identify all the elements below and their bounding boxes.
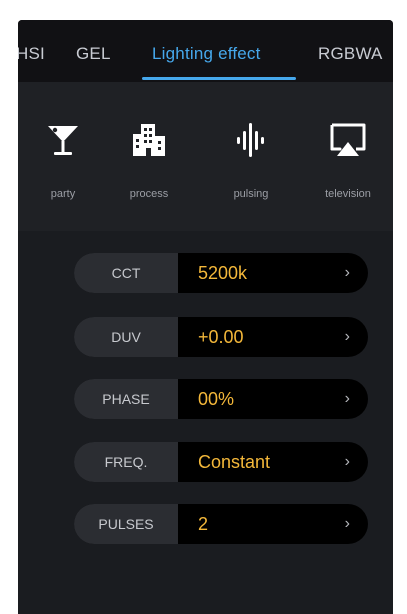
- effect-television[interactable]: television: [303, 82, 393, 231]
- tab-hsi[interactable]: HSI: [18, 44, 45, 64]
- active-tab-indicator: [142, 77, 296, 80]
- effect-label: pulsing: [233, 188, 269, 200]
- param-name: PULSES: [74, 504, 178, 544]
- effect-process[interactable]: process: [104, 82, 194, 231]
- tab-rgbwa[interactable]: RGBWA: [318, 44, 383, 64]
- param-row-cct[interactable]: CCT 5200k ›: [74, 253, 368, 293]
- chevron-right-icon: ›: [344, 453, 350, 470]
- param-name: DUV: [74, 317, 178, 357]
- parameters-panel: CCT 5200k › DUV +0.00 › PHASE 00% › FREQ…: [18, 231, 393, 614]
- effect-party[interactable]: party: [18, 82, 108, 231]
- tv-icon: [330, 123, 366, 156]
- tab-lighting-effect[interactable]: Lighting effect: [152, 44, 261, 64]
- effects-panel: party process pulsing television: [18, 82, 393, 231]
- device-screen: HSI GEL Lighting effect RGBWA party proc…: [18, 20, 393, 614]
- effect-pulsing[interactable]: pulsing: [206, 82, 296, 231]
- chevron-right-icon: ›: [344, 328, 350, 345]
- param-name: PHASE: [74, 379, 178, 419]
- effect-label: television: [325, 188, 371, 200]
- param-row-freq[interactable]: FREQ. Constant ›: [74, 442, 368, 482]
- param-name: CCT: [74, 253, 178, 293]
- tab-gel[interactable]: GEL: [76, 44, 111, 64]
- cocktail-glass-icon: [48, 126, 78, 155]
- param-value: 2: [198, 513, 209, 534]
- param-row-pulses[interactable]: PULSES 2 ›: [74, 504, 368, 544]
- chevron-right-icon: ›: [344, 264, 350, 281]
- pulse-bars-icon: [237, 123, 264, 157]
- param-name: FREQ.: [74, 442, 178, 482]
- building-icon: [133, 124, 165, 156]
- chevron-right-icon: ›: [344, 390, 350, 407]
- param-value: 00%: [198, 388, 235, 409]
- param-row-phase[interactable]: PHASE 00% ›: [74, 379, 368, 419]
- param-value: 5200k: [198, 262, 248, 283]
- effect-label: party: [50, 188, 76, 200]
- param-value: Constant: [198, 451, 271, 472]
- param-value: +0.00: [198, 326, 244, 347]
- param-row-duv[interactable]: DUV +0.00 ›: [74, 317, 368, 357]
- effect-label: process: [129, 188, 169, 200]
- chevron-right-icon: ›: [344, 515, 350, 532]
- tab-bar: HSI GEL Lighting effect RGBWA: [18, 20, 393, 82]
